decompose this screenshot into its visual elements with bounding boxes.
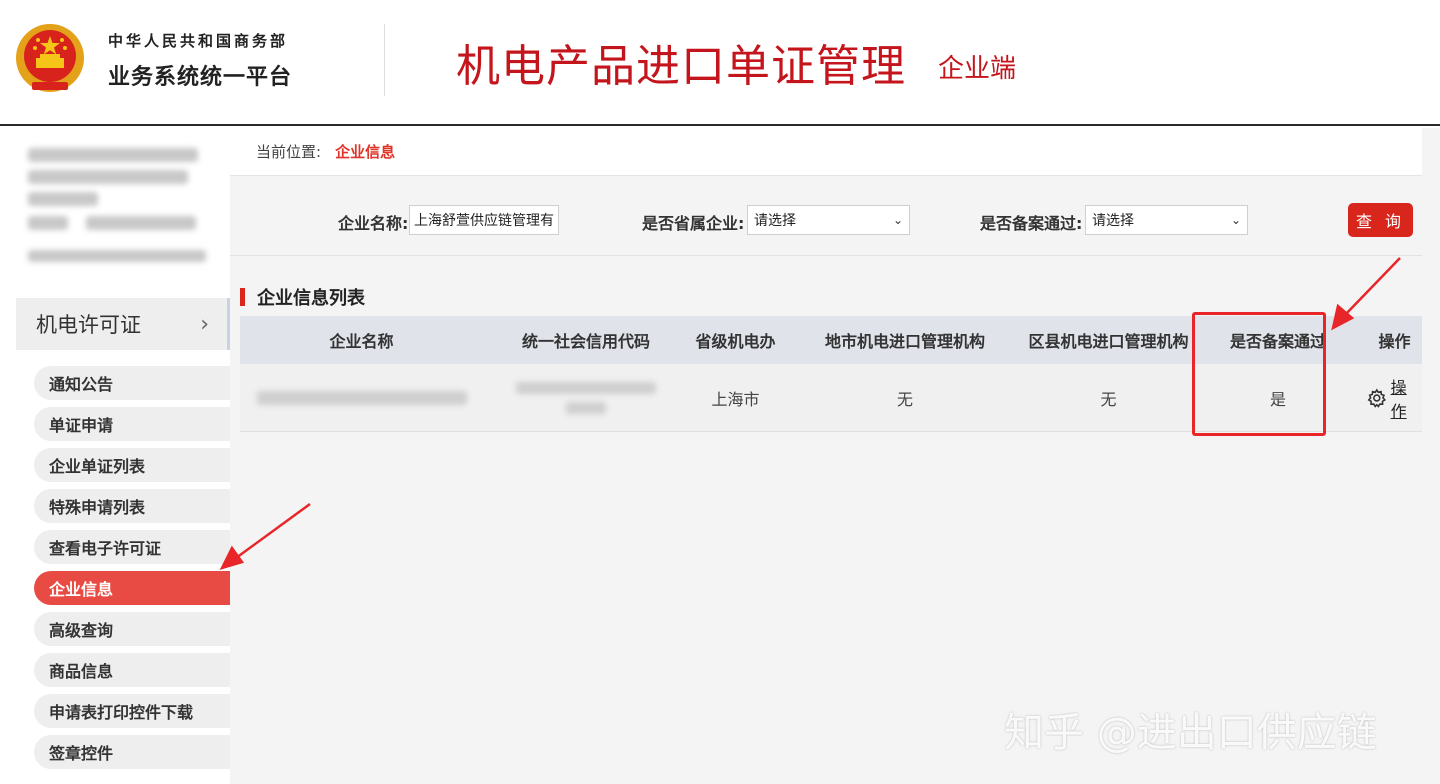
sidebar-item-e-license[interactable]: 查看电子许可证 <box>34 530 230 564</box>
sidebar-item-document-list[interactable]: 企业单证列表 <box>34 448 230 482</box>
org-name: 中华人民共和国商务部 业务系统统一平台 <box>108 30 292 91</box>
company-name-label: 企业名称: <box>338 214 409 233</box>
cell-county-agency: 无 <box>1100 389 1117 409</box>
table-header: 企业名称 统一社会信用代码 省级机电办 地市机电进口管理机构 区县机电进口管理机… <box>240 316 1422 364</box>
chevron-right-icon: › <box>200 311 209 337</box>
org-name-line1: 中华人民共和国商务部 <box>108 32 289 50</box>
sidebar: 机电许可证 › 通知公告 单证申请 企业单证列表 特殊申请列表 查看电子许可证 … <box>0 128 230 784</box>
sidebar-item-advanced-search[interactable]: 高级查询 <box>34 612 230 646</box>
filed-passed-select[interactable]: 请选择 ⌄ <box>1085 205 1248 235</box>
row-action-label: 操作 <box>1390 377 1407 421</box>
chevron-down-icon: ⌄ <box>1230 213 1241 227</box>
cell-action: 操作 <box>1367 364 1422 431</box>
sidebar-item-print-plugin-download[interactable]: 申请表打印控件下载 <box>34 694 230 728</box>
provincial-company-label: 是否省属企业: <box>642 214 745 233</box>
sidebar-item-notices[interactable]: 通知公告 <box>34 366 230 400</box>
row-action-link[interactable]: 操作 <box>1367 374 1422 422</box>
nav-section-label: 机电许可证 <box>36 313 141 337</box>
query-button[interactable]: 查 询 <box>1348 203 1413 237</box>
watermark: 知乎 @进出口供应链 <box>1004 710 1377 756</box>
system-title: 机电产品进口单证管理 <box>456 41 906 92</box>
breadcrumb-current: 企业信息 <box>335 143 396 161</box>
company-name-input[interactable]: 上海舒萱供应链管理有 <box>409 205 559 235</box>
nav-section-electromech-license[interactable]: 机电许可证 › <box>16 298 230 350</box>
sidebar-item-document-apply[interactable]: 单证申请 <box>34 407 230 441</box>
national-emblem-icon <box>16 24 84 92</box>
main-content: 当前位置: 企业信息 企业名称: 上海舒萱供应链管理有 是否省属企业: 请选择 … <box>230 128 1440 784</box>
org-name-line2: 业务系统统一平台 <box>108 65 293 90</box>
cell-credit-code-redacted <box>483 364 689 431</box>
col-county-agency: 区县机电进口管理机构 <box>1028 332 1189 351</box>
company-info-table: 企业名称 统一社会信用代码 省级机电办 地市机电进口管理机构 区县机电进口管理机… <box>240 316 1422 432</box>
col-action: 操作 <box>1378 332 1411 351</box>
filter-bar: 企业名称: 上海舒萱供应链管理有 是否省属企业: 请选择 ⌄ 是否备案通过: 请… <box>230 176 1422 256</box>
provincial-company-select[interactable]: 请选择 ⌄ <box>747 205 910 235</box>
breadcrumb-label: 当前位置: <box>256 143 322 161</box>
app-header: 中华人民共和国商务部 业务系统统一平台 机电产品进口单证管理 企业端 <box>0 0 1440 126</box>
breadcrumb: 当前位置: 企业信息 <box>230 128 1422 176</box>
sidebar-item-signature-plugin[interactable]: 签章控件 <box>34 735 230 769</box>
system-subtitle: 企业端 <box>938 54 1017 84</box>
sidebar-item-company-info[interactable]: 企业信息 <box>34 571 230 605</box>
nav-list: 通知公告 单证申请 企业单证列表 特殊申请列表 查看电子许可证 企业信息 高级查… <box>34 366 230 776</box>
cell-company-name-redacted <box>240 364 483 431</box>
col-credit-code: 统一社会信用代码 <box>521 332 650 351</box>
chevron-down-icon: ⌄ <box>892 213 903 227</box>
table-row: 上海市 无 无 是 操作 <box>240 364 1422 432</box>
user-info-redacted <box>16 142 212 290</box>
cell-province-office: 上海市 <box>711 389 760 409</box>
section-marker <box>240 288 245 306</box>
gear-icon <box>1367 387 1387 408</box>
filed-passed-select-value: 请选择 <box>1092 213 1134 229</box>
col-city-agency: 地市机电进口管理机构 <box>824 332 985 351</box>
col-province-office: 省级机电办 <box>695 332 776 351</box>
cell-filed-passed: 是 <box>1269 389 1286 409</box>
col-company-name: 企业名称 <box>329 332 394 351</box>
sidebar-item-special-apply-list[interactable]: 特殊申请列表 <box>34 489 230 523</box>
sidebar-item-product-info[interactable]: 商品信息 <box>34 653 230 687</box>
list-title: 企业信息列表 <box>257 288 365 309</box>
provincial-company-select-value: 请选择 <box>754 213 796 229</box>
header-divider <box>384 24 385 96</box>
cell-city-agency: 无 <box>896 389 913 409</box>
col-filed-passed: 是否备案通过 <box>1229 332 1326 351</box>
list-section-title: 企业信息列表 <box>240 286 365 309</box>
filed-passed-label: 是否备案通过: <box>980 214 1083 233</box>
